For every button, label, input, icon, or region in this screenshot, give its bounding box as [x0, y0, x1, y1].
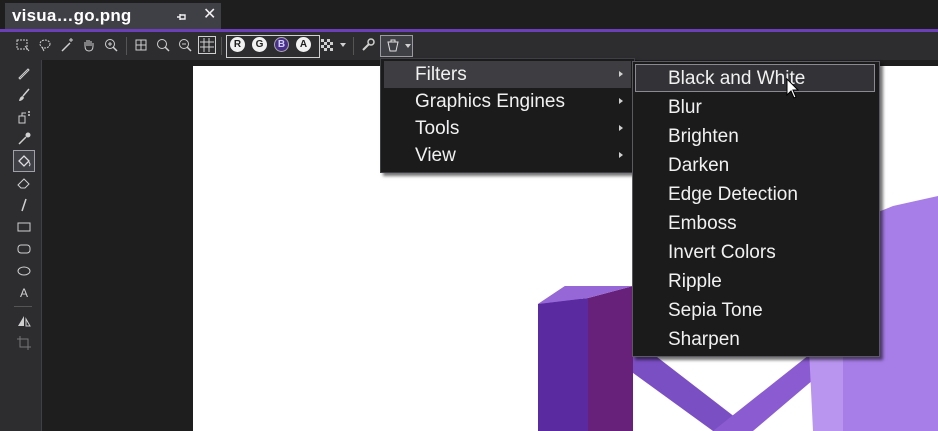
menu-item-filters[interactable]: Filters — [384, 61, 631, 88]
ellipse-icon[interactable] — [16, 263, 32, 279]
menu-item-label: View — [415, 145, 456, 166]
fill-bucket-icon — [16, 153, 32, 169]
menu-item-darken[interactable]: Darken — [636, 152, 876, 179]
zoom-in-icon[interactable] — [155, 37, 171, 53]
fit-icon[interactable] — [133, 37, 149, 53]
crop-icon[interactable] — [16, 335, 32, 351]
chevron-down-icon[interactable] — [340, 43, 346, 47]
document-tab-title: visua…go.png — [12, 6, 132, 25]
menu-item-label: Brighten — [668, 126, 739, 147]
channel-r-button[interactable]: R — [230, 37, 245, 52]
menu-item-label: Emboss — [668, 213, 737, 234]
wrench-icon[interactable] — [360, 37, 376, 53]
image-editor-toolbar: R G B A — [0, 32, 938, 60]
menu-item-edge-detection[interactable]: Edge Detection — [636, 181, 876, 208]
tools-rail: A — [0, 60, 41, 431]
menu-item-ripple[interactable]: Ripple — [636, 268, 876, 295]
menu-item-label: Tools — [415, 118, 460, 139]
mouse-cursor-icon — [786, 77, 800, 100]
zoom-icon[interactable] — [103, 37, 119, 53]
menu-item-label: Invert Colors — [668, 242, 776, 263]
menu-item-sharpen[interactable]: Sharpen — [636, 326, 876, 353]
canvas-background — [42, 60, 193, 431]
menu-item-label: Sharpen — [668, 329, 740, 350]
lasso-icon[interactable] — [37, 37, 53, 53]
eraser-icon[interactable] — [16, 175, 32, 191]
close-icon[interactable]: ✕ — [203, 6, 216, 24]
filters-submenu: Black and White Blur Brighten Darken Edg… — [632, 61, 880, 357]
document-tab[interactable]: visua…go.png ✕ — [5, 3, 221, 29]
menu-item-sepia-tone[interactable]: Sepia Tone — [636, 297, 876, 324]
brush-icon[interactable] — [16, 87, 32, 103]
channel-a-button[interactable]: A — [296, 37, 311, 52]
rectangle-icon[interactable] — [16, 219, 32, 235]
menu-item-label: Darken — [668, 155, 730, 176]
toolbar-separator — [353, 37, 354, 55]
menu-item-label: Sepia Tone — [668, 300, 763, 321]
menu-item-black-and-white[interactable]: Black and White — [635, 64, 875, 92]
airbrush-icon[interactable] — [16, 109, 32, 125]
menu-item-label: Edge Detection — [668, 184, 798, 205]
menu-item-label: Black and White — [668, 68, 806, 89]
chevron-right-icon — [619, 125, 623, 131]
channel-b-button[interactable]: B — [274, 37, 289, 52]
chevron-down-icon — [405, 44, 411, 48]
chevron-right-icon — [619, 152, 623, 158]
pan-hand-icon[interactable] — [81, 37, 97, 53]
select-rect-icon[interactable] — [15, 37, 31, 53]
menu-item-label: Graphics Engines — [415, 91, 565, 112]
eyedropper-icon[interactable] — [16, 131, 32, 147]
zoom-out-icon[interactable] — [177, 37, 193, 53]
menu-item-invert-colors[interactable]: Invert Colors — [636, 239, 876, 266]
chevron-right-icon — [619, 98, 623, 104]
menu-item-label: Blur — [668, 97, 702, 118]
rotate-icon[interactable] — [16, 313, 32, 329]
menu-item-label: Ripple — [668, 271, 722, 292]
menu-item-tools[interactable]: Tools — [384, 115, 631, 142]
menu-item-brighten[interactable]: Brighten — [636, 123, 876, 150]
magic-wand-icon[interactable] — [59, 37, 75, 53]
menu-item-emboss[interactable]: Emboss — [636, 210, 876, 237]
advanced-icon — [385, 38, 401, 54]
text-tool-icon[interactable]: A — [16, 285, 32, 301]
advanced-dropdown-menu: Filters Graphics Engines Tools View — [380, 58, 635, 173]
menu-item-blur[interactable]: Blur — [636, 94, 876, 121]
pencil-icon[interactable] — [16, 65, 32, 81]
grid-icon[interactable] — [198, 36, 216, 54]
toolbar-separator — [126, 37, 127, 55]
toolbar-separator — [221, 37, 222, 55]
menu-item-graphics-engines[interactable]: Graphics Engines — [384, 88, 631, 115]
chevron-right-icon — [619, 71, 623, 77]
document-tab-strip: visua…go.png ✕ — [0, 0, 938, 32]
channel-g-button[interactable]: G — [252, 37, 267, 52]
rail-separator — [14, 306, 32, 307]
line-icon[interactable] — [16, 197, 32, 213]
pin-icon[interactable] — [176, 10, 188, 22]
menu-item-label: Filters — [415, 64, 467, 85]
menu-item-view[interactable]: View — [384, 142, 631, 169]
checker-icon[interactable] — [319, 37, 335, 53]
advanced-menu-button[interactable] — [380, 35, 413, 57]
rounded-rectangle-icon[interactable] — [16, 241, 32, 257]
